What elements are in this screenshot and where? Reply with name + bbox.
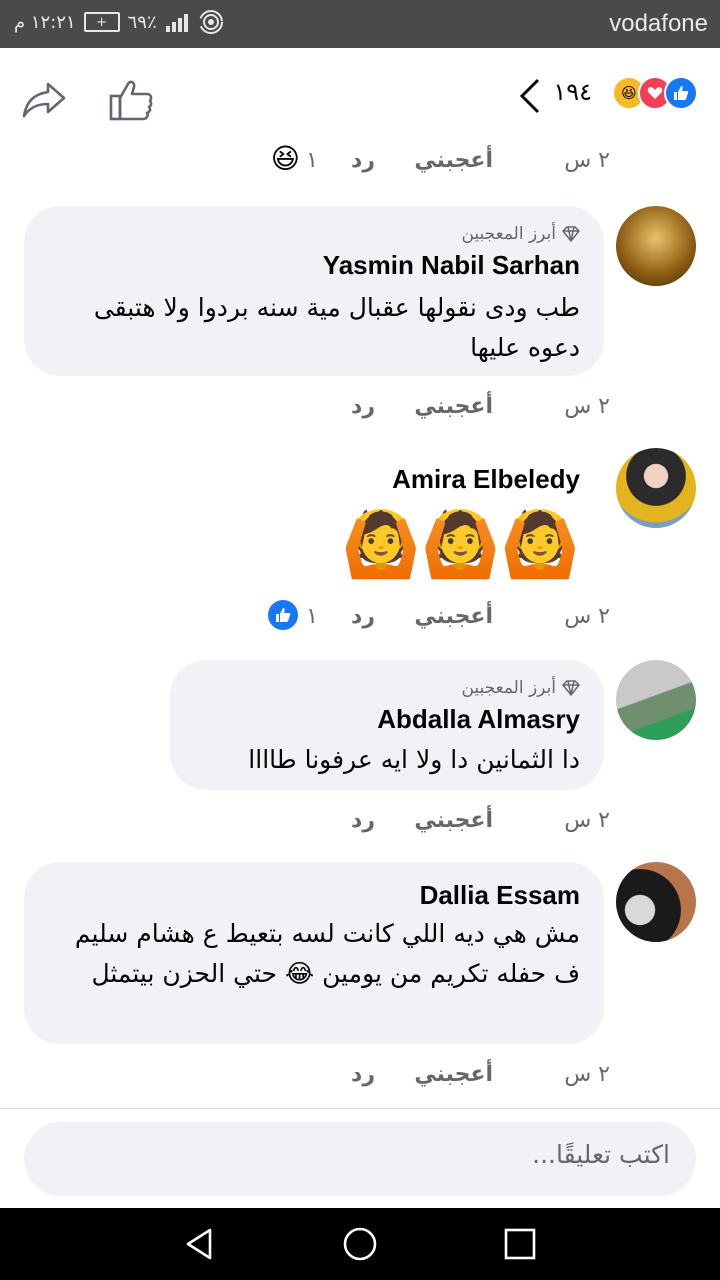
composer-divider xyxy=(0,1108,720,1109)
diamond-icon xyxy=(562,226,580,242)
top-fan-badge: أبرز المعجبين xyxy=(461,224,580,244)
back-icon[interactable] xyxy=(182,1226,218,1262)
commenter-name[interactable]: Dallia Essam xyxy=(420,880,580,911)
like-icon xyxy=(664,76,698,110)
avatar-dallia[interactable] xyxy=(616,862,696,942)
comment-time: ٢ س xyxy=(564,394,610,419)
reaction-summary[interactable]: 😆 xyxy=(612,76,698,110)
battery-percent: ٦٩٪ xyxy=(127,11,157,33)
back-chevron-button[interactable] xyxy=(518,76,542,120)
like-comment-link[interactable]: أعجبني xyxy=(414,604,493,629)
reply-comment-link[interactable]: رد xyxy=(351,394,375,419)
comment-bubble[interactable]: أبرز المعجبين Abdalla Almasry دا الثماني… xyxy=(170,660,604,790)
comment-emoji-text: 🙆🙆🙆 xyxy=(340,508,580,582)
recents-icon[interactable] xyxy=(502,1226,538,1262)
comment-text: مش هي ديه اللي كانت لسه بتعيط ع هشام سلي… xyxy=(74,919,580,988)
reply-comment-link[interactable]: رد xyxy=(351,148,375,173)
top-fan-label: أبرز المعجبين xyxy=(461,678,556,698)
reaction-count[interactable]: ١٩٤ xyxy=(553,78,592,106)
like-comment-link[interactable]: أعجبني xyxy=(414,394,493,419)
like-comment-link[interactable]: أعجبني xyxy=(414,148,493,173)
reply-comment-link[interactable]: رد xyxy=(351,604,375,629)
signal-icon xyxy=(165,14,188,32)
share-button[interactable] xyxy=(22,80,66,120)
thumbs-up-outline-icon xyxy=(109,80,153,121)
avatar-abdalla[interactable] xyxy=(616,660,696,740)
like-icon xyxy=(266,598,300,632)
comment-time: ٢ س xyxy=(564,1062,610,1087)
hotspot-icon xyxy=(198,10,223,34)
commenter-name[interactable]: Abdalla Almasry xyxy=(377,704,580,735)
comment-bubble[interactable]: أبرز المعجبين Yasmin Nabil Sarhan طب ودى… xyxy=(24,206,604,376)
chevron-left-icon xyxy=(519,78,540,114)
comment-text: دا الثمانين دا ولا ايه عرفونا طاااا xyxy=(248,745,580,774)
battery-icon: + xyxy=(83,12,120,32)
like-comment-link[interactable]: أعجبني xyxy=(414,808,493,833)
comment-input[interactable]: اكتب تعليقًا... xyxy=(24,1122,696,1196)
comment-reaction-count: ١ xyxy=(306,604,318,629)
status-bar: ١٢:٢١ م + ٦٩٪ vodafone xyxy=(0,0,720,48)
avatar-yasmin[interactable] xyxy=(616,206,696,286)
commenter-name[interactable]: Amira Elbeledy xyxy=(392,464,580,495)
share-icon xyxy=(22,82,66,118)
system-nav-bar xyxy=(0,1208,720,1280)
diamond-icon xyxy=(562,680,580,696)
commenter-name[interactable]: Yasmin Nabil Sarhan xyxy=(323,250,580,281)
reply-comment-link[interactable]: رد xyxy=(351,1062,375,1087)
like-comment-link[interactable]: أعجبني xyxy=(414,1062,493,1087)
comment-reaction-count: ١ xyxy=(306,148,318,173)
avatar-amira[interactable] xyxy=(616,448,696,528)
comment-text: طب ودى نقولها عقبال مية سنه بردوا ولا هت… xyxy=(93,293,580,362)
comment-time: ٢ س xyxy=(564,148,610,173)
comment-time: ٢ س xyxy=(564,808,610,833)
comment-time: ٢ س xyxy=(564,604,610,629)
comment-input-placeholder: اكتب تعليقًا... xyxy=(532,1140,670,1169)
top-fan-label: أبرز المعجبين xyxy=(461,224,556,244)
carrier-name: vodafone xyxy=(609,10,708,37)
like-post-button[interactable] xyxy=(108,78,154,122)
haha-icon: 😆 xyxy=(270,142,300,175)
reply-comment-link[interactable]: رد xyxy=(351,808,375,833)
home-icon[interactable] xyxy=(342,1226,378,1262)
status-left: ١٢:٢١ م + ٦٩٪ xyxy=(14,10,223,34)
top-fan-badge: أبرز المعجبين xyxy=(461,678,580,698)
status-time: ١٢:٢١ م xyxy=(14,11,76,33)
comment-bubble[interactable]: Dallia Essam مش هي ديه اللي كانت لسه بتع… xyxy=(24,862,604,1044)
